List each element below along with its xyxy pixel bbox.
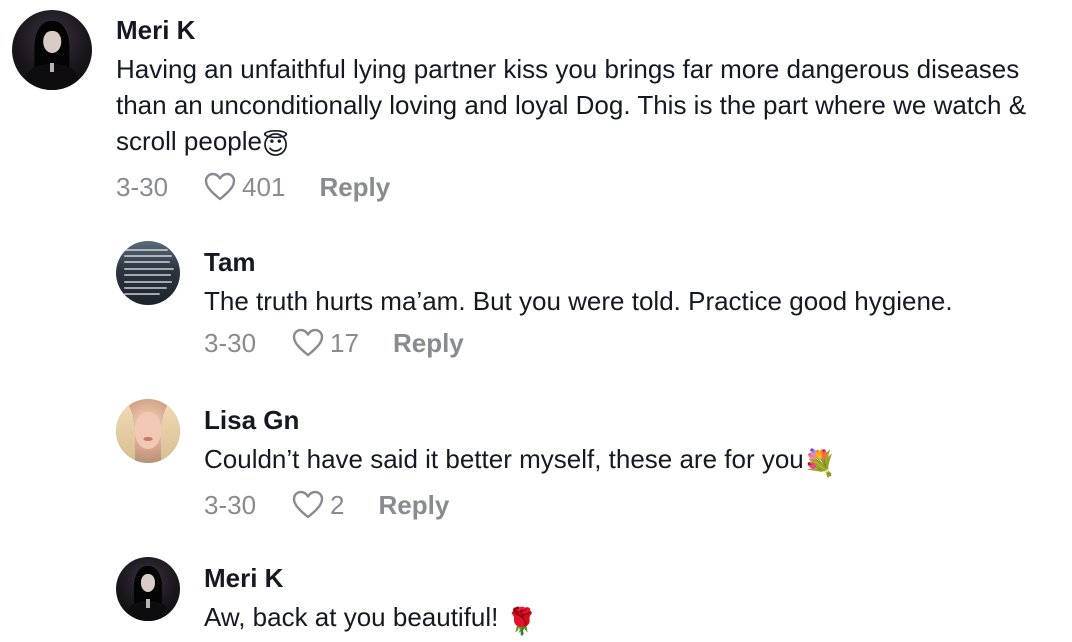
avatar[interactable]	[116, 557, 180, 621]
like-count: 17	[330, 327, 359, 358]
comment-body: Having an unfaithful lying partner kiss …	[116, 54, 1027, 156]
comment-date: 3-30	[116, 171, 169, 202]
like-count: 2	[330, 489, 345, 520]
avatar[interactable]	[116, 399, 180, 463]
avatar[interactable]	[116, 241, 180, 305]
like-count: 401	[242, 171, 286, 202]
rose-emoji-icon: 🌹	[505, 606, 538, 636]
bouquet-emoji-icon: 💐	[803, 448, 837, 478]
halo-smile-emoji-icon: 😇	[261, 130, 290, 160]
comment-content: Lisa Gn Couldn’t have said it better mys…	[204, 399, 1072, 523]
comment-text: Having an unfaithful lying partner kiss …	[116, 51, 1036, 163]
like-button[interactable]: 17	[292, 328, 359, 359]
comment-item: Lisa Gn Couldn’t have said it better mys…	[116, 399, 1072, 523]
comment-text: Aw, back at you beautiful! 🌹	[204, 599, 1072, 639]
comment-body: Couldn’t have said it better myself, the…	[204, 444, 804, 474]
comment-username[interactable]: Meri K	[204, 563, 1072, 593]
comment-meta: 3-30 401 Reply	[116, 169, 1036, 205]
heart-outline-icon	[292, 490, 324, 519]
comment-body: Aw, back at you beautiful!	[204, 602, 506, 632]
comment-date: 3-30	[204, 489, 257, 520]
heart-outline-icon	[292, 328, 324, 357]
comment-content: Tam The truth hurts ma’am. But you were …	[204, 241, 1072, 361]
comment-meta: 3-30 2 Reply	[204, 487, 1072, 523]
comment-content: Meri K Having an unfaithful lying partne…	[116, 10, 1036, 205]
reply-button[interactable]: Reply	[319, 172, 390, 203]
comment-text: Couldn’t have said it better myself, the…	[204, 441, 1072, 481]
comment-item: Tam The truth hurts ma’am. But you were …	[116, 241, 1072, 361]
reply-button[interactable]: Reply	[379, 490, 450, 521]
comment-text: The truth hurts ma’am. But you were told…	[204, 286, 953, 316]
avatar[interactable]	[12, 10, 92, 90]
comment-item: Meri K Having an unfaithful lying partne…	[12, 10, 1036, 205]
comment-username[interactable]: Tam	[204, 247, 1072, 277]
heart-outline-icon	[204, 172, 236, 201]
comment-username[interactable]: Lisa Gn	[204, 405, 1072, 435]
like-button[interactable]: 401	[204, 172, 285, 203]
reply-button[interactable]: Reply	[393, 328, 464, 359]
like-button[interactable]: 2	[292, 489, 345, 521]
comment-content: Meri K Aw, back at you beautiful! 🌹	[204, 557, 1072, 639]
comment-date: 3-30	[204, 327, 257, 358]
comment-username[interactable]: Meri K	[116, 15, 1036, 45]
comment-item: Meri K Aw, back at you beautiful! 🌹	[116, 557, 1072, 639]
comment-meta: 3-30 17 Reply	[204, 325, 1072, 361]
